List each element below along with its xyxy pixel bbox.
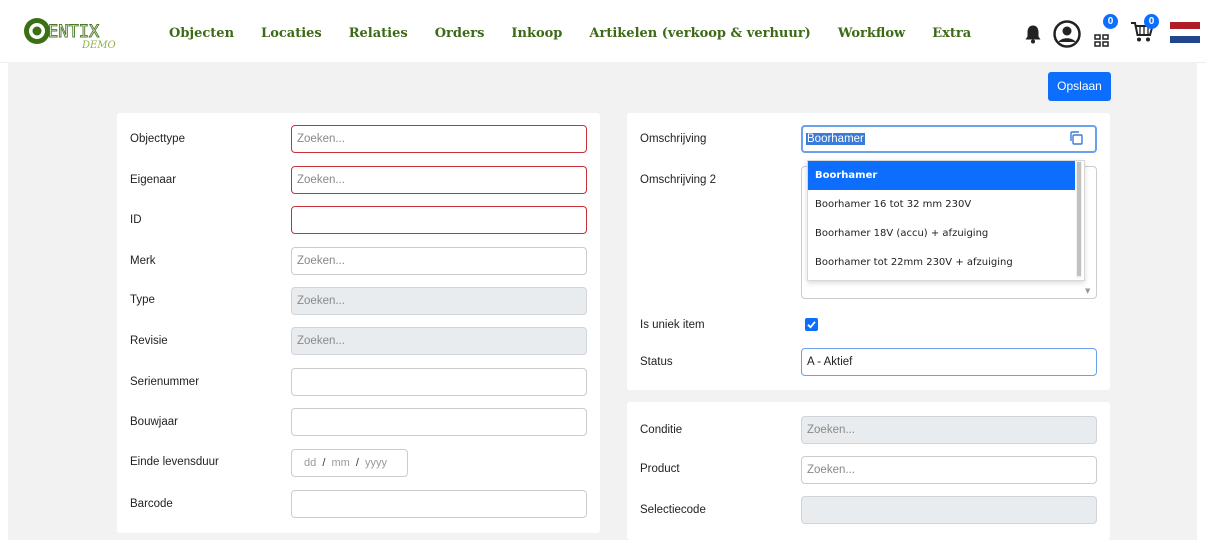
autocomplete-option[interactable]: Boorhamer 16 tot 32 mm 230V [808,190,1075,219]
dropdown-scroll-thumb[interactable] [1077,162,1081,276]
date-sep: / [322,457,326,469]
autocomplete-option[interactable]: Boorhamer tot 22mm 230V + afzuiging [808,248,1075,277]
scan-badge: 0 [1103,14,1118,29]
date-year: yyyy [364,457,387,469]
einde-levensduur-label: Einde levensduur [130,456,219,468]
objecttype-label: Objecttype [130,133,185,145]
main-nav: Objecten Locaties Relaties Orders Inkoop… [169,26,998,41]
uniek-checkbox[interactable] [805,318,818,331]
autocomplete-option[interactable]: Boorhamer 18V (accu) + afzuiging [808,219,1075,248]
conditie-label: Conditie [640,424,683,436]
status-select[interactable]: A - Aktief [801,348,1097,376]
bell-icon[interactable] [1024,24,1042,44]
omschrijving-value: Boorhamer [806,133,865,145]
selectiecode-input[interactable] [801,496,1097,524]
einde-levensduur-date-input[interactable]: dd / mm / yyyy [291,449,408,477]
id-input[interactable] [291,206,587,234]
merk-input[interactable]: Zoeken... [291,247,587,275]
status-label: Status [640,356,673,368]
omschrijving2-label: Omschrijving 2 [640,174,717,186]
type-input[interactable]: Zoeken... [291,287,587,315]
uniek-label: Is uniek item [640,319,705,331]
copy-icon[interactable] [1069,131,1083,145]
revisie-input[interactable]: Zoeken... [291,327,587,355]
nav-artikelen[interactable]: Artikelen (verkoop & verhuur) [589,26,810,41]
bouwjaar-label: Bouwjaar [130,416,178,428]
nav-objecten[interactable]: Objecten [169,26,234,41]
top-navbar: ENTIX DEMO Objecten Locaties Relaties Or… [0,0,1206,63]
eigenaar-label: Eigenaar [130,174,177,186]
eigenaar-input[interactable]: Zoeken... [291,166,587,194]
omschrijving-label: Omschrijving [640,133,707,145]
centix-logo[interactable]: ENTIX DEMO [22,12,132,52]
revisie-label: Revisie [130,335,168,347]
conditie-input[interactable]: Zoeken... [801,416,1097,444]
merk-label: Merk [130,255,156,267]
product-label: Product [640,463,680,475]
cart-badge: 0 [1144,14,1159,29]
selectiecode-label: Selectiecode [640,504,706,516]
date-day: dd [304,457,317,469]
user-circle-icon[interactable] [1053,20,1081,48]
omschrijving-input[interactable]: Boorhamer [801,125,1097,153]
barcode-input[interactable] [291,490,587,518]
type-label: Type [130,294,155,306]
date-sep: / [355,457,359,469]
autocomplete-option[interactable]: Boorhamer [808,161,1075,190]
svg-text:ENTIX: ENTIX [48,22,100,42]
nav-inkoop[interactable]: Inkoop [511,26,562,41]
product-input[interactable]: Zoeken... [801,456,1097,484]
svg-text:DEMO: DEMO [81,40,116,51]
id-label: ID [130,214,142,226]
nav-relaties[interactable]: Relaties [349,26,408,41]
objecttype-input[interactable]: Zoeken... [291,125,587,153]
save-button[interactable]: Opslaan [1048,72,1111,101]
barcode-label: Barcode [130,498,173,510]
serienummer-label: Serienummer [130,376,200,388]
nav-locaties[interactable]: Locaties [261,26,322,41]
date-month: mm [331,457,350,469]
nav-workflow[interactable]: Workflow [838,26,905,41]
textarea-scroll-down-icon[interactable]: ▼ [1085,287,1090,295]
serienummer-input[interactable] [291,368,587,396]
bouwjaar-input[interactable] [291,408,587,436]
nav-extra[interactable]: Extra [932,26,971,41]
nav-orders[interactable]: Orders [435,26,485,41]
netherlands-flag-icon[interactable] [1170,22,1200,43]
